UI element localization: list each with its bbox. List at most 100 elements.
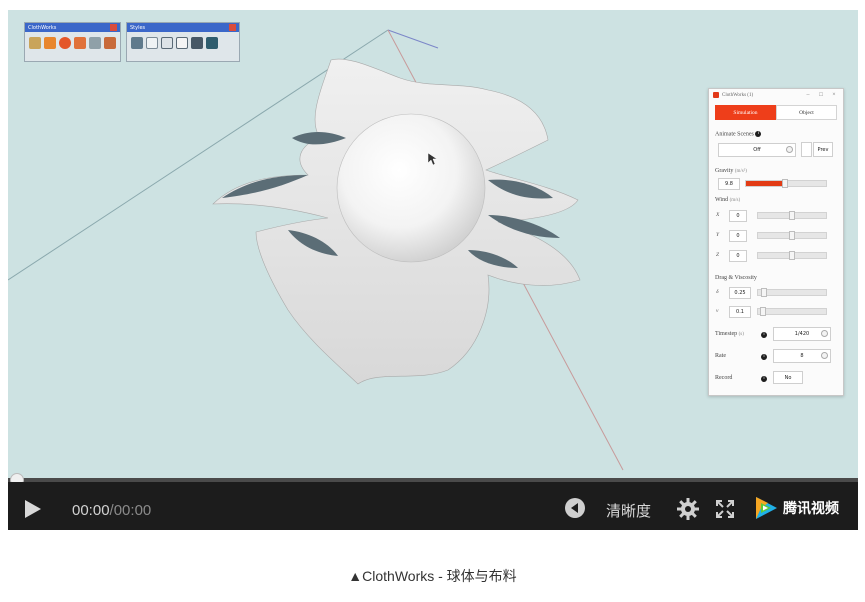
monochrome-style-icon[interactable] [206,37,218,49]
wind-x-label: X [716,212,720,218]
clothworks-logo-icon [713,92,719,98]
wind-y-slider-thumb[interactable] [789,231,795,240]
select-value: Off [753,147,761,153]
tab-object[interactable]: Object [776,105,837,120]
panel-titlebar: ClothWorks (1) – □ × [709,89,843,101]
previous-icon[interactable] [564,497,586,519]
rate-select[interactable]: 8 [773,349,831,363]
info-icon[interactable]: i [761,354,767,360]
time-display: 00:00/00:00 [72,502,151,519]
wind-x-input[interactable]: 0 [729,210,747,222]
minimize-icon[interactable]: – [803,92,813,98]
section-label: Gravity [715,168,734,174]
wind-x-slider[interactable] [757,211,827,220]
sphere [336,113,486,263]
info-icon[interactable]: i [755,131,762,137]
play-icon[interactable] [44,37,56,49]
wind-z-input[interactable]: 0 [729,250,747,262]
gravity-input[interactable]: 9.8 [718,178,740,190]
rewind-icon[interactable] [74,37,86,49]
close-icon[interactable] [229,24,236,31]
wind-z-slider[interactable] [757,251,827,260]
panel-tabs: Simulation Object [715,105,837,120]
viscosity-input[interactable]: 0.1 [729,306,751,318]
animate-scenes-select[interactable]: Off [718,143,796,157]
sketchup-viewport[interactable]: ClothWorks Styles ClothWorks (1) – □ × S… [8,10,858,478]
spinner-icon [821,352,828,359]
select-value: 8 [800,353,804,359]
toolbar-title: ClothWorks [28,24,57,31]
section-label: Record [715,375,733,381]
spinner-icon [821,330,828,337]
clothworks-panel: ClothWorks (1) – □ × Simulation Object A… [708,88,844,396]
toolbar-title: Styles [130,24,146,31]
select-value: 1/420 [794,331,810,337]
prev-button[interactable]: Prev [813,142,833,157]
timestep-label-group: Timestep (s) [715,331,744,337]
toolbar-icon-row [127,32,239,49]
blue-axis-line [387,29,439,49]
drag-delta-label: δ [716,289,719,295]
styles-toolbar: Styles [126,22,240,62]
wind-z-label: Z [716,252,720,258]
gravity-section: Gravity (m/s²) [715,168,747,174]
wireframe-style-icon[interactable] [146,37,158,49]
rate-label-group: Rate [715,353,726,359]
info-icon[interactable]: i [761,332,767,338]
gear-icon[interactable] [676,497,700,521]
close-icon[interactable] [110,24,117,31]
quality-button[interactable]: 清晰度 [606,500,651,521]
record-toggle[interactable]: No [773,371,803,384]
tencent-video-logo-icon [756,497,777,519]
toolbar-icon-row [25,32,120,49]
clothworks-toolbar: ClothWorks [24,22,121,62]
wind-x-slider-thumb[interactable] [789,211,795,220]
play-icon[interactable] [20,497,44,521]
record-label-group: Record [715,375,732,381]
fullscreen-icon[interactable] [715,499,735,519]
unit-label: (m/s²) [734,169,747,174]
video-player[interactable]: ClothWorks Styles ClothWorks (1) – □ × S… [8,10,858,530]
xray-style-icon[interactable] [131,37,143,49]
pin-icon[interactable] [89,37,101,49]
section-label: Timestep [715,331,738,337]
drag-section: Drag & Viscosity [715,275,757,281]
section-label: Drag & Viscosity [715,275,757,281]
gravity-slider-fill [746,181,785,186]
section-label: Animate Scenes [715,131,754,138]
drag-slider-thumb[interactable] [761,288,767,297]
toolbar-titlebar: Styles [127,23,239,32]
unit-label: (s) [738,332,744,337]
gravity-slider[interactable] [745,179,827,188]
hidden-line-style-icon[interactable] [161,37,173,49]
cloth-tool-icon[interactable] [29,37,41,49]
timestep-select[interactable]: 1/420 [773,327,831,341]
wind-y-label: Y [716,232,720,238]
shaded-style-icon[interactable] [176,37,188,49]
current-time: 00:00 [72,502,110,519]
close-icon[interactable]: × [829,92,839,98]
textured-style-icon[interactable] [191,37,203,49]
wind-y-input[interactable]: 0 [729,230,747,242]
maximize-icon[interactable]: □ [816,92,826,98]
info-icon[interactable]: i [761,376,767,382]
duration: 00:00 [113,502,152,519]
weight-icon[interactable] [104,37,116,49]
viscosity-slider[interactable] [757,307,827,316]
wind-z-slider-thumb[interactable] [789,251,795,260]
section-label: Rate [715,353,726,359]
gravity-slider-thumb[interactable] [782,179,788,188]
unit-label: (m/s) [729,198,741,203]
toolbar-titlebar: ClothWorks [25,23,120,32]
stop-icon[interactable] [59,37,71,49]
section-label: Wind [715,197,729,203]
tencent-video-brand: 腾讯视频 [753,494,853,522]
scene-checkbox[interactable] [801,142,812,157]
wind-y-slider[interactable] [757,231,827,240]
viscosity-slider-thumb[interactable] [760,307,766,316]
spinner-icon [786,146,793,153]
drag-slider[interactable] [757,288,827,297]
tab-simulation[interactable]: Simulation [715,105,776,120]
drag-input[interactable]: 0.25 [729,287,751,299]
animate-scenes-section: Animate Scenes i [715,131,762,138]
